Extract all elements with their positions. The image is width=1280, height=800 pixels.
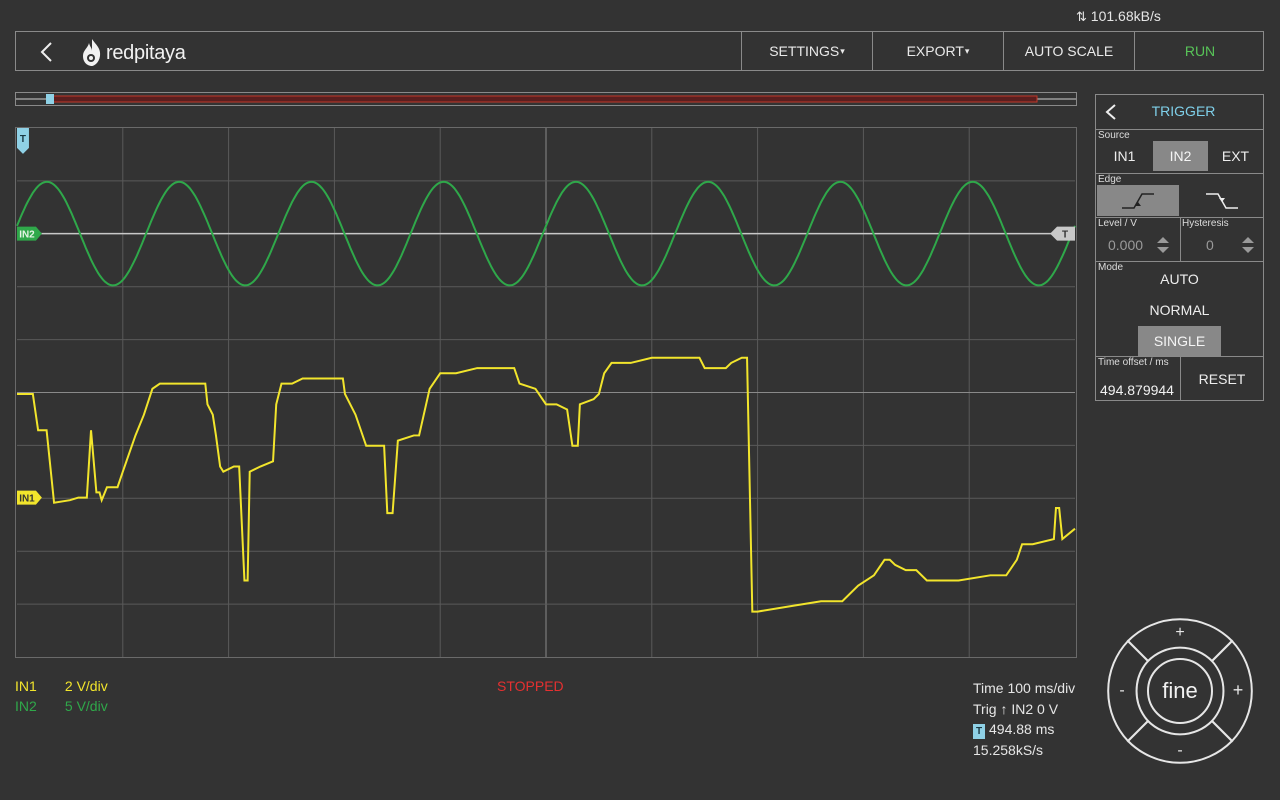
in1-offset-marker[interactable]: IN1 xyxy=(17,490,42,505)
divider xyxy=(1180,218,1181,262)
falling-edge-button[interactable] xyxy=(1180,185,1263,216)
source-in1-button[interactable]: IN1 xyxy=(1097,141,1152,171)
caret-down-icon: ▾ xyxy=(840,45,845,56)
logo-text: redpitaya xyxy=(106,41,186,64)
in1-scale: 2 V/div xyxy=(64,678,108,694)
trigger-marker-icon: T xyxy=(973,724,985,739)
timeline-graphic xyxy=(16,94,1076,104)
trigger-info: Trig ↑ IN2 0 V xyxy=(973,700,1059,717)
oscilloscope-plot[interactable]: T IN2 IN1 T xyxy=(15,127,1077,658)
sample-rate-info: 15.258kS/s xyxy=(973,741,1044,758)
dial-down-label: - xyxy=(1177,742,1182,759)
in1-marker-label: IN1 xyxy=(19,494,35,505)
mode-auto-button[interactable]: AUTO xyxy=(1138,264,1221,293)
hysteresis-label: Hysteresis xyxy=(1182,218,1229,229)
level-spinner-icon[interactable] xyxy=(1156,235,1170,255)
time-offset-input[interactable]: 494.879944 xyxy=(1100,382,1174,398)
transfer-rate-text: 101.68kB/s xyxy=(1090,8,1161,24)
offset-value: 494.88 ms xyxy=(989,721,1055,737)
time-offset-section: Time offset / ms 494.879944 RESET xyxy=(1096,356,1263,401)
source-label: Source xyxy=(1098,130,1130,141)
run-button[interactable]: RUN xyxy=(1134,32,1265,70)
mode-section: Mode AUTO NORMAL SINGLE xyxy=(1096,261,1263,356)
in1-label: IN1 xyxy=(15,678,37,694)
mode-normal-button[interactable]: NORMAL xyxy=(1138,295,1221,324)
trigger-level-marker[interactable]: T xyxy=(1050,226,1075,241)
trigger-panel-title: TRIGGER xyxy=(1151,103,1216,119)
timeline-trigger-handle[interactable] xyxy=(46,94,54,104)
auto-scale-button[interactable]: AUTO SCALE xyxy=(1003,32,1134,70)
in1-scale-row: IN1 2 V/div xyxy=(15,678,108,698)
level-input[interactable]: 0.000 xyxy=(1108,237,1143,253)
export-menu-button[interactable]: EXPORT ▾ xyxy=(872,32,1003,70)
hysteresis-input[interactable]: 0 xyxy=(1206,237,1214,253)
mode-label: Mode xyxy=(1098,262,1124,273)
settings-label: SETTINGS xyxy=(769,43,840,59)
source-ext-button[interactable]: EXT xyxy=(1208,141,1263,171)
plot-grid xyxy=(16,128,1075,657)
rising-edge-button[interactable] xyxy=(1097,185,1179,216)
buffer-timeline-bar[interactable] xyxy=(15,92,1077,106)
dial-center-label: fine xyxy=(1162,678,1197,703)
run-label: RUN xyxy=(1184,43,1216,59)
trigger-time-marker-label: T xyxy=(20,134,26,145)
source-in2-button[interactable]: IN2 xyxy=(1153,141,1208,171)
export-label: EXPORT xyxy=(906,43,964,59)
redpitaya-logo: redpitaya xyxy=(80,38,186,68)
source-section: Source IN1 IN2 EXT xyxy=(1096,129,1263,173)
in2-marker-label: IN2 xyxy=(19,230,35,241)
acquisition-info: Time 100 ms/div Trig ↑ IN2 0 V T 494.88 m… xyxy=(973,678,1075,760)
channel-scales: IN1 2 V/div IN2 5 V/div xyxy=(15,678,108,718)
time-base-info: Time 100 ms/div xyxy=(973,680,1076,696)
in2-scale-row: IN2 5 V/div xyxy=(15,698,108,718)
falling-edge-icon xyxy=(1205,192,1238,209)
dial-left-label: - xyxy=(1119,682,1124,699)
level-hysteresis-section: Level / V 0.000 Hysteresis 0 xyxy=(1096,217,1263,262)
auto-scale-label: AUTO SCALE xyxy=(1024,43,1114,59)
transfer-rate-indicator: ⇅ 101.68kB/s xyxy=(1076,8,1161,25)
trigger-panel: TRIGGER Source IN1 IN2 EXT Edge Level / … xyxy=(1095,94,1264,401)
settings-menu-button[interactable]: SETTINGS ▾ xyxy=(741,32,872,70)
hysteresis-spinner-icon[interactable] xyxy=(1241,235,1255,255)
time-offset-label: Time offset / ms xyxy=(1098,357,1169,368)
back-arrow-icon[interactable] xyxy=(36,40,60,64)
dial-right-label: + xyxy=(1233,680,1244,700)
dial-left-segment[interactable] xyxy=(1107,639,1150,743)
navigation-dial: fine + - - + xyxy=(1107,618,1253,764)
in2-label: IN2 xyxy=(15,698,37,714)
trigger-level-marker-label: T xyxy=(1062,230,1068,241)
in2-offset-marker[interactable]: IN2 xyxy=(17,226,42,241)
acquisition-status: STOPPED xyxy=(497,678,564,694)
level-label: Level / V xyxy=(1098,218,1137,229)
trigger-time-marker[interactable]: T xyxy=(17,128,29,154)
edge-label: Edge xyxy=(1098,174,1122,185)
trigger-panel-header[interactable]: TRIGGER xyxy=(1096,95,1263,129)
in2-scale: 5 V/div xyxy=(64,698,108,714)
reset-button[interactable]: RESET xyxy=(1181,357,1263,401)
transfer-arrows-icon: ⇅ xyxy=(1076,9,1087,24)
rising-edge-icon xyxy=(1122,192,1154,209)
mode-single-button[interactable]: SINGLE xyxy=(1138,326,1221,356)
redpitaya-flame-icon xyxy=(83,39,101,66)
offset-info: T 494.88 ms xyxy=(973,719,1075,740)
timeline-visible-region xyxy=(51,95,1038,103)
edge-section: Edge xyxy=(1096,173,1263,217)
dial-up-label: + xyxy=(1175,624,1184,641)
caret-down-icon: ▾ xyxy=(964,45,970,56)
top-menu-bar: redpitaya SETTINGS ▾ EXPORT ▾ AUTO SCALE… xyxy=(15,31,1264,71)
